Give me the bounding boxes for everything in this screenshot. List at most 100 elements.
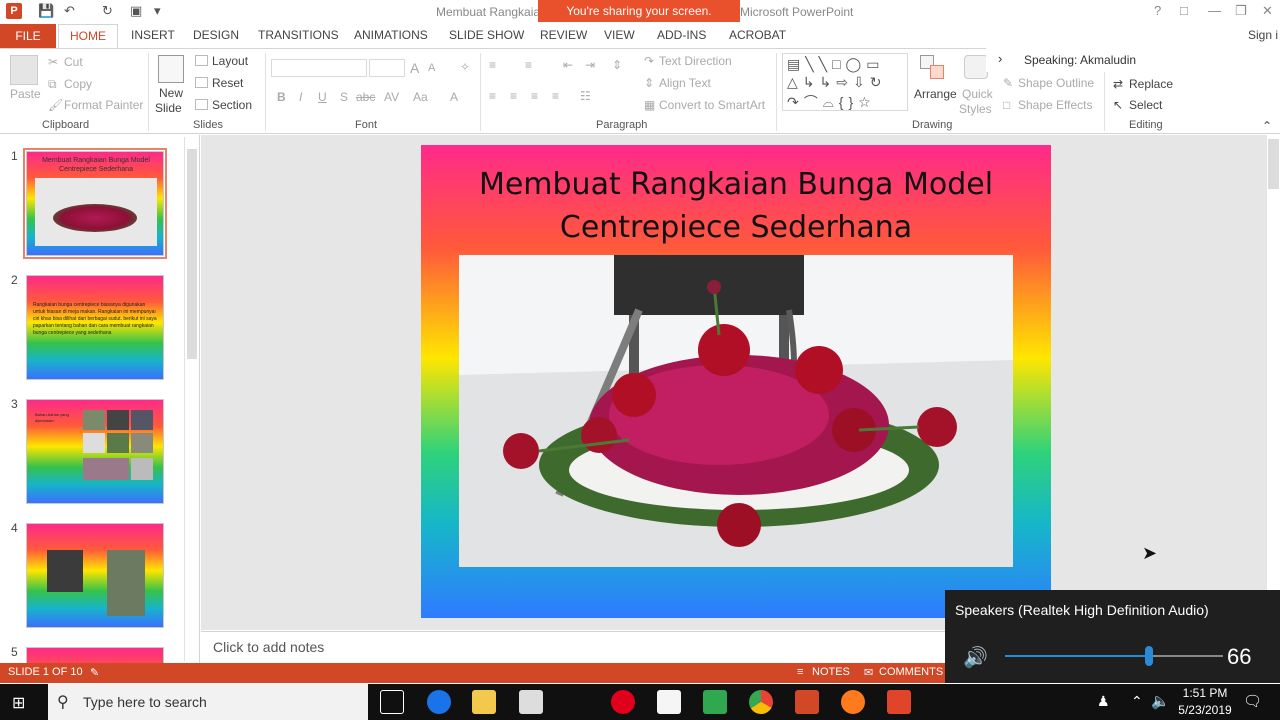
people-icon[interactable]: ♟: [1097, 693, 1110, 710]
cut-icon[interactable]: ✂: [48, 55, 58, 69]
maximize-icon[interactable]: ❐: [1235, 3, 1247, 19]
format-painter-icon[interactable]: 🖌: [48, 98, 63, 112]
align-center-icon[interactable]: ≡: [510, 89, 517, 103]
layout-icon[interactable]: [195, 55, 208, 66]
decrease-indent-icon[interactable]: ⇤: [563, 58, 573, 72]
comments-button[interactable]: COMMENTS: [879, 666, 943, 678]
tab-review[interactable]: REVIEW: [540, 28, 587, 42]
quick-styles-button[interactable]: Quick: [962, 87, 993, 101]
slide-title[interactable]: Membuat Rangkaian Bunga Model Centrepiec…: [421, 163, 1051, 249]
slide-thumbnail-2[interactable]: Rangkaian bunga centrepiece biasanya dig…: [26, 275, 164, 380]
change-case-button[interactable]: Aa: [413, 90, 428, 104]
select-button[interactable]: Select: [1129, 98, 1162, 112]
volume-slider[interactable]: [1005, 646, 1223, 666]
tab-add-ins[interactable]: ADD-INS: [657, 28, 706, 42]
shadow-button[interactable]: S: [340, 90, 348, 104]
align-text-button[interactable]: Align Text: [659, 76, 711, 90]
shape-outline-icon[interactable]: ✎: [1003, 76, 1013, 90]
sign-in-link[interactable]: Sign i: [1248, 28, 1278, 42]
increase-indent-icon[interactable]: ⇥: [585, 58, 595, 72]
powerpoint-taskbar-icon[interactable]: [795, 690, 819, 714]
copy-icon[interactable]: ⧉: [48, 77, 57, 92]
customize-qat-icon[interactable]: ▾: [154, 3, 161, 19]
tab-slide-show[interactable]: SLIDE SHOW: [449, 28, 524, 42]
char-spacing-button[interactable]: AV: [384, 90, 399, 104]
slide-thumbnail-1[interactable]: Membuat Rangkaian Bunga Model Centrepiec…: [23, 148, 167, 259]
quick-styles-icon[interactable]: [964, 55, 988, 79]
close-icon[interactable]: ✕: [1262, 3, 1273, 19]
align-left-icon[interactable]: ≡: [489, 89, 496, 103]
ribbon-display-icon[interactable]: □: [1180, 3, 1188, 18]
tab-home[interactable]: HOME: [58, 24, 118, 49]
bold-button[interactable]: B: [277, 90, 286, 104]
align-right-icon[interactable]: ≡: [531, 89, 538, 103]
shape-effects-button[interactable]: Shape Effects: [1018, 98, 1093, 112]
shape-outline-button[interactable]: Shape Outline: [1018, 76, 1094, 90]
file-explorer-icon[interactable]: [472, 690, 496, 714]
tab-view[interactable]: VIEW: [604, 28, 635, 42]
paste-icon[interactable]: [10, 55, 38, 85]
firefox-icon[interactable]: [841, 690, 865, 714]
slide-thumbnail-3[interactable]: Bahan-bahan yang diperlukan:: [26, 399, 164, 504]
text-direction-icon[interactable]: ↷: [644, 54, 654, 68]
strikethrough-button[interactable]: abc: [356, 90, 375, 104]
numbering-icon[interactable]: ≡: [525, 58, 532, 72]
notes-button[interactable]: NOTES: [812, 666, 850, 678]
tab-acrobat[interactable]: ACROBAT: [729, 28, 786, 42]
screen-share-banner[interactable]: You're sharing your screen.: [538, 0, 740, 22]
scrollbar-handle[interactable]: [187, 149, 197, 359]
text-direction-button[interactable]: Text Direction: [659, 54, 732, 68]
chrome-icon[interactable]: [749, 690, 773, 714]
camtasia-icon[interactable]: [703, 690, 727, 714]
mail-icon[interactable]: [519, 690, 543, 714]
tab-file[interactable]: FILE: [0, 24, 56, 48]
scrollbar-handle[interactable]: [1268, 139, 1279, 189]
flower-arrangement-photo[interactable]: [459, 255, 1013, 567]
comments-icon[interactable]: ✉: [864, 666, 873, 679]
chevron-right-icon[interactable]: ›: [998, 51, 1002, 66]
smartart-icon[interactable]: ▦: [644, 98, 655, 112]
edge-icon[interactable]: [427, 690, 451, 714]
select-icon[interactable]: ↖: [1113, 98, 1123, 112]
copy-button[interactable]: Copy: [64, 77, 92, 91]
slide-thumbnail-4[interactable]: [26, 523, 164, 628]
redo-icon[interactable]: ↻: [102, 3, 113, 19]
tab-insert[interactable]: INSERT: [131, 28, 175, 42]
font-name-box[interactable]: [271, 59, 367, 77]
notes-icon[interactable]: ≡: [797, 666, 803, 678]
new-slide-icon[interactable]: [158, 55, 184, 83]
italic-button[interactable]: I: [299, 90, 302, 104]
slide-scrollbar[interactable]: [1267, 135, 1280, 585]
line-spacing-icon[interactable]: ⇕: [612, 58, 622, 72]
arrange-icon[interactable]: [920, 55, 946, 81]
convert-smartart-button[interactable]: Convert to SmartArt: [659, 98, 765, 112]
notifications-icon[interactable]: 🗨: [1243, 692, 1262, 710]
tab-design[interactable]: DESIGN: [193, 28, 239, 42]
document-icon[interactable]: [657, 690, 681, 714]
font-color-button[interactable]: A: [450, 90, 458, 104]
paste-button[interactable]: Paste: [10, 87, 41, 101]
minimize-icon[interactable]: —: [1208, 3, 1221, 18]
task-view-icon[interactable]: [380, 690, 404, 714]
volume-slider-thumb[interactable]: [1145, 646, 1153, 666]
speaker-icon[interactable]: 🔊: [963, 645, 988, 670]
clear-formatting-icon[interactable]: ✧: [460, 60, 470, 74]
justify-icon[interactable]: ≡: [552, 89, 559, 103]
bullets-icon[interactable]: ≡: [489, 58, 496, 72]
shrink-font-button[interactable]: A: [428, 62, 435, 74]
shapes-gallery[interactable]: ▤╲╲□◯▭ △↳↳⇨⇩↻ ↷⌒⌓{}☆: [782, 53, 908, 111]
tab-transitions[interactable]: TRANSITIONS: [258, 28, 339, 42]
grow-font-button[interactable]: A: [410, 60, 419, 76]
undo-icon[interactable]: ↶: [64, 3, 75, 19]
align-text-icon[interactable]: ⇕: [644, 76, 654, 90]
notes-pane[interactable]: Click to add notes: [201, 631, 945, 663]
shape-effects-icon[interactable]: □: [1003, 98, 1010, 112]
tab-animations[interactable]: ANIMATIONS: [354, 28, 428, 42]
collapse-ribbon-icon[interactable]: ⌃: [1262, 119, 1272, 133]
help-icon[interactable]: ?: [1154, 3, 1161, 18]
slide-thumbnail-5[interactable]: [26, 647, 164, 663]
clock-date[interactable]: 5/23/2019: [1172, 703, 1238, 717]
chevron-up-icon[interactable]: ⌃: [1131, 693, 1143, 710]
volume-icon[interactable]: 🔈: [1151, 692, 1170, 710]
taskbar-search[interactable]: ⚲ Type here to search: [48, 684, 368, 720]
